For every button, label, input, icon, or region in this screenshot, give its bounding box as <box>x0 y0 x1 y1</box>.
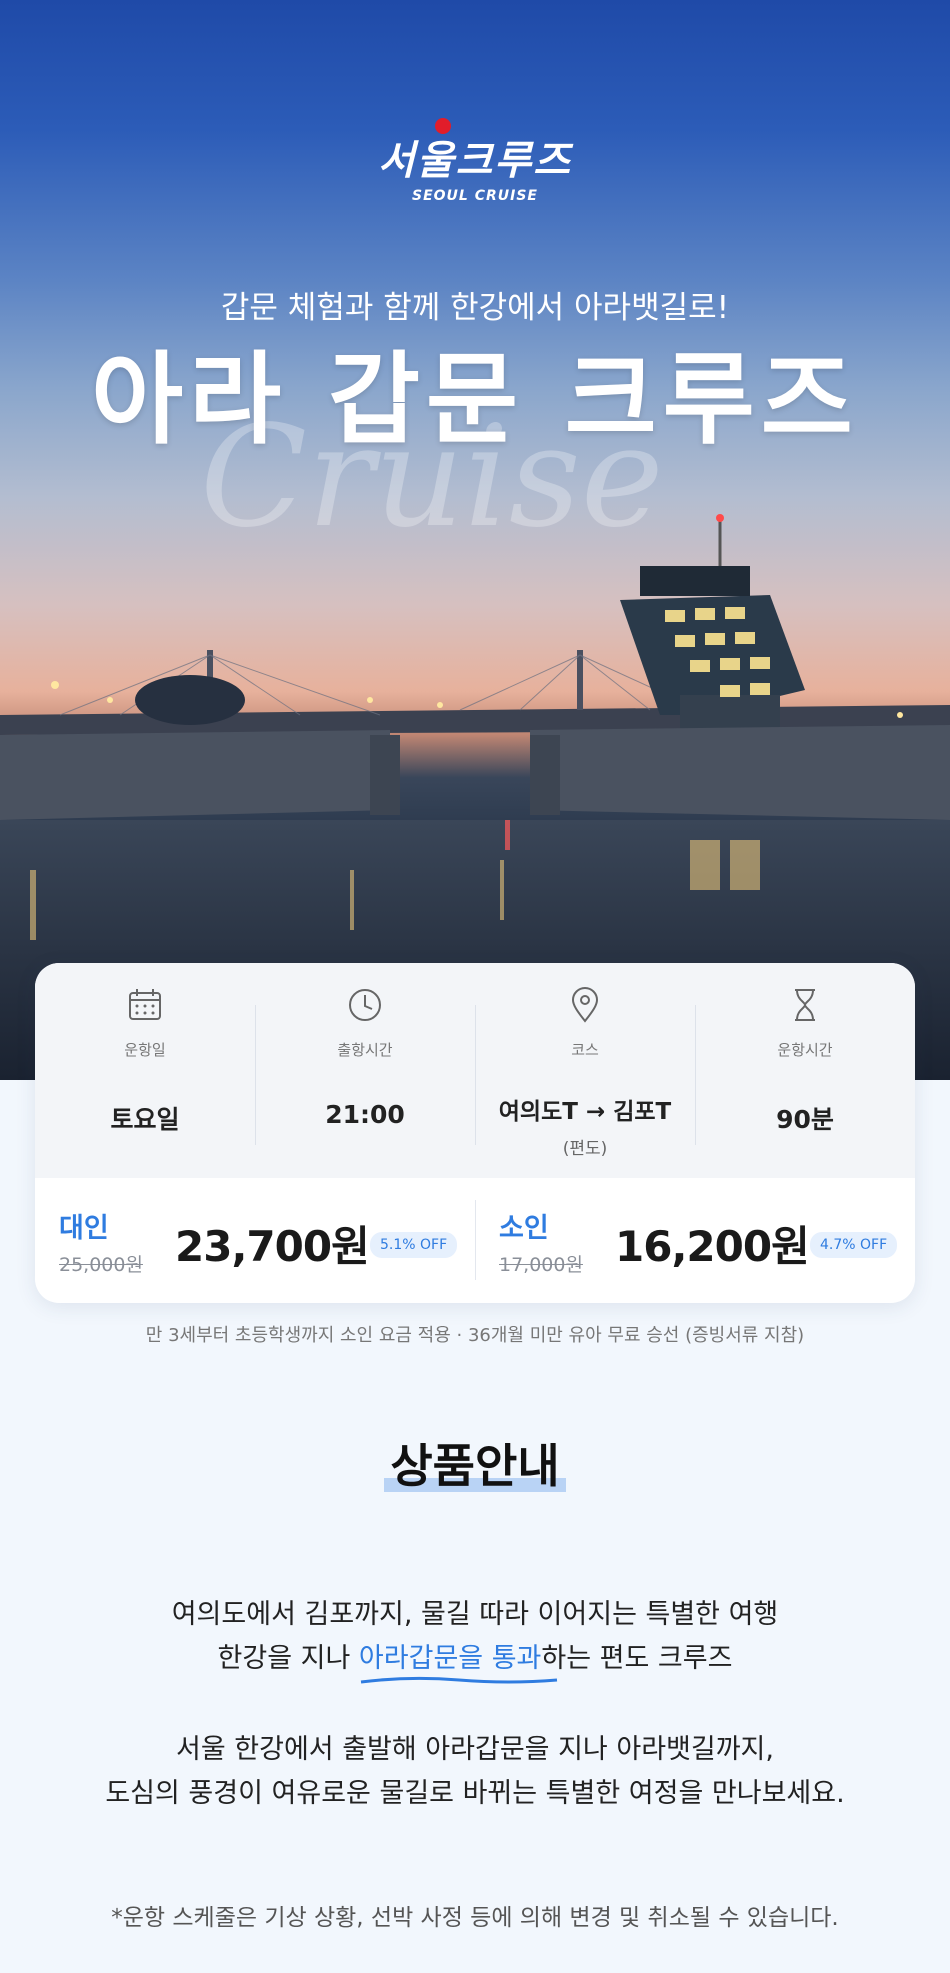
description-line-1: 여의도에서 김포까지, 물길 따라 이어지는 특별한 여행 <box>171 1599 779 1630</box>
price-row: 대인 25,000원 23,700원 5.1% OFF 소인 17,000원 1… <box>35 1178 915 1303</box>
hourglass-icon <box>795 989 815 1021</box>
description-line-3: 서울 한강에서 출발해 아라갑문을 지나 아라뱃길까지, <box>176 1734 774 1765</box>
section-title: 상품안내 <box>0 1430 950 1496</box>
price-child: 소인 17,000원 16,200원 4.7% OFF <box>475 1178 915 1303</box>
brand-logo: 서울크루즈 SEOUL CRUISE <box>0 118 950 204</box>
hero-subtitle: 갑문 체험과 함께 한강에서 아라뱃길로! <box>220 290 730 326</box>
info-departure: 출항시간 21:00 <box>255 963 475 1178</box>
highlight-underline <box>360 1676 558 1684</box>
description-detail: 서울 한강에서 출발해 아라갑문을 지나 아라뱃길까지, 도심의 풍경이 여유로… <box>0 1728 950 1816</box>
child-original-price: 17,000원 <box>499 1254 583 1276</box>
logo-dot-icon <box>435 118 451 134</box>
departure-label: 출항시간 <box>337 1041 393 1059</box>
adult-original-price: 25,000원 <box>59 1254 143 1276</box>
duration-value: 90분 <box>776 1105 834 1134</box>
clock-icon <box>349 989 381 1021</box>
info-schedule: 운항일 토요일 <box>35 963 255 1178</box>
hero-banner: 서울크루즈 SEOUL CRUISE 갑문 체험과 함께 한강에서 아라뱃길로!… <box>0 0 950 1080</box>
price-adult: 대인 25,000원 23,700원 5.1% OFF <box>35 1178 475 1303</box>
schedule-label: 운항일 <box>124 1041 166 1059</box>
cruise-info-card: 운항일 토요일 출항시간 21:00 코스 여의도T → 김포T (편도) 운항… <box>35 963 915 1303</box>
schedule-value: 토요일 <box>110 1105 180 1134</box>
child-discount-badge: 4.7% OFF <box>810 1232 898 1258</box>
fare-footnote: 만 3세부터 초등학생까지 소인 요금 적용 · 36개월 미만 유아 무료 승… <box>145 1325 805 1346</box>
info-summary: 운항일 토요일 출항시간 21:00 코스 여의도T → 김포T (편도) 운항… <box>35 963 915 1178</box>
adult-price: 23,700원 <box>175 1222 370 1271</box>
adult-discount-badge: 5.1% OFF <box>370 1232 458 1258</box>
location-pin-icon <box>571 987 599 1023</box>
course-value: 여의도T → 김포T <box>498 1099 672 1125</box>
highlight-text: 아라갑문을 통과 <box>358 1643 542 1674</box>
schedule-disclaimer: *운항 스케줄은 기상 상황, 선박 사정 등에 의해 변경 및 취소될 수 있… <box>111 1905 839 1931</box>
course-note: (편도) <box>562 1139 608 1159</box>
adult-label: 대인 <box>59 1213 109 1244</box>
section-title-text: 상품안내 <box>384 1430 566 1496</box>
description-line-2-post: 하는 편도 크루즈 <box>541 1643 733 1674</box>
info-course: 코스 여의도T → 김포T (편도) <box>475 963 695 1178</box>
description-intro: 여의도에서 김포까지, 물길 따라 이어지는 특별한 여행 한강을 지나 아라갑… <box>0 1593 950 1684</box>
info-duration: 운항시간 90분 <box>695 963 915 1178</box>
description-highlight: 아라갑문을 통과 <box>358 1643 558 1684</box>
departure-value: 21:00 <box>325 1100 405 1129</box>
logo-text: 서울크루즈 <box>378 138 572 184</box>
child-price: 16,200원 <box>615 1222 810 1271</box>
description-line-4: 도심의 풍경이 여유로운 물길로 바뀌는 특별한 여정을 만나보세요. <box>105 1778 845 1809</box>
logo-subtext: SEOUL CRUISE <box>412 188 538 204</box>
child-label: 소인 <box>499 1213 549 1244</box>
description-line-2-pre: 한강을 지나 <box>217 1643 359 1674</box>
hero-title: 아라 갑문 크루즈 <box>91 341 859 458</box>
duration-label: 운항시간 <box>777 1041 833 1059</box>
course-label: 코스 <box>571 1041 599 1059</box>
calendar-icon <box>129 989 161 1020</box>
description-line-2: 한강을 지나 아라갑문을 통과 하는 편도 크루즈 <box>0 1637 950 1684</box>
